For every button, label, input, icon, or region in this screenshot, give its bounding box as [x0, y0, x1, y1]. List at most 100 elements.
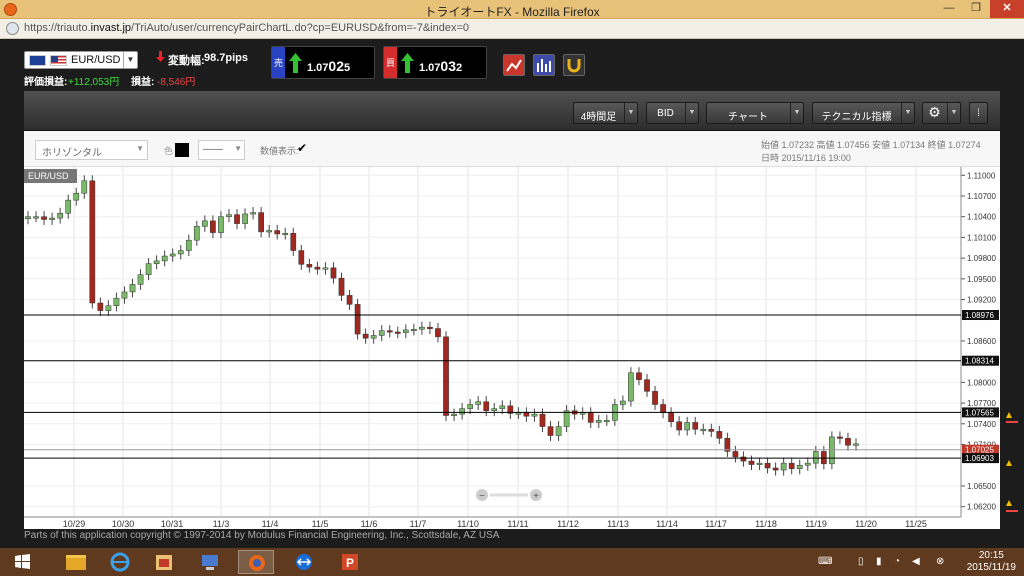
candle-body: [411, 328, 417, 331]
color-label: 色: [164, 146, 174, 156]
candle-body: [595, 420, 602, 423]
candle-body: [121, 291, 128, 299]
x-tick-label: 11/19: [805, 519, 827, 529]
powerpoint-icon[interactable]: P: [332, 550, 368, 574]
x-tick-label: 11/17: [705, 519, 727, 529]
candle-body: [306, 264, 313, 268]
candle-body: [764, 462, 771, 469]
currency-pair-select[interactable]: EUR/USD ▼: [24, 51, 138, 69]
notification-icon[interactable]: ⊗: [936, 556, 944, 567]
candle-body: [89, 180, 96, 304]
candle-body: [105, 305, 112, 311]
candle-body: [362, 333, 369, 339]
candle-body: [218, 216, 224, 233]
ohlc-readout: 始値 1.07232 高値 1.07456 安値 1.07134 終値 1.07…: [761, 140, 981, 150]
candle-body: [322, 267, 329, 270]
candle-body: [748, 460, 755, 465]
zoom-in-button-label: +: [533, 491, 539, 502]
buy-side-label: 買: [384, 47, 397, 78]
firefox-taskbar-icon[interactable]: [238, 550, 274, 574]
candle-body: [113, 297, 120, 307]
timeframe-select[interactable]: 4時間足 ▼: [573, 102, 638, 124]
candle-body: [49, 217, 55, 220]
panel-toggle-button[interactable]: ⁞: [969, 102, 988, 124]
keyboard-icon[interactable]: ⌨: [818, 556, 832, 567]
chevron-down-icon[interactable]: ▼: [123, 52, 137, 68]
candle-body: [603, 420, 610, 423]
candle-body: [185, 239, 192, 251]
sell-price-button[interactable]: 売 1.07025: [271, 46, 375, 79]
candle-body: [370, 335, 377, 339]
y-tick-label: 1.06500: [967, 482, 996, 491]
minimize-button[interactable]: —: [936, 0, 962, 18]
candle-body: [153, 260, 160, 264]
bar-chart-icon[interactable]: [533, 54, 555, 76]
drawing-toolbar: ホリゾンタル ▼ 色 —— ▼ 数値表示: ✔ 始値 1.07232 高値 1.…: [24, 131, 1000, 167]
color-swatch[interactable]: [175, 143, 189, 157]
candle-body: [33, 216, 39, 219]
candlestick-chart[interactable]: 10/29 10/30 10/31 11/3 11/4 11/5 11/6 11/7 11/10…: [24, 167, 1000, 529]
candle-body: [451, 413, 457, 416]
candle-body: [346, 295, 353, 305]
candle-body: [829, 436, 835, 465]
candle-body: [435, 328, 441, 338]
y-tick-label: 1.10700: [967, 192, 996, 201]
line-style-select[interactable]: —— ▼: [198, 140, 245, 160]
buy-price-button[interactable]: 買 1.07032: [383, 46, 487, 79]
candle-body: [780, 462, 787, 471]
url-text[interactable]: https://triauto.invast.jp/TriAuto/user/c…: [24, 22, 469, 34]
close-button[interactable]: ✕: [990, 0, 1024, 18]
candle-body: [226, 214, 232, 217]
sell-side-label: 売: [272, 47, 285, 78]
candle-body: [756, 462, 763, 465]
chart-svg[interactable]: 10/29 10/30 10/31 11/3 11/4 11/5 11/6 11/7 11/10…: [24, 167, 1000, 529]
wifi-icon[interactable]: ◔: [894, 556, 900, 567]
signal-icon[interactable]: ▮: [876, 556, 882, 567]
horseshoe-icon[interactable]: [563, 54, 585, 76]
candle-body: [812, 451, 819, 464]
maximize-button[interactable]: ❐: [962, 0, 990, 18]
chevron-down-icon: ▼: [624, 103, 637, 123]
network-icon[interactable]: [192, 550, 228, 574]
candle-body: [290, 233, 297, 251]
file-explorer-icon[interactable]: [58, 550, 94, 574]
settings-button[interactable]: ⚙ ▼: [922, 102, 961, 124]
zoom-control[interactable]: − +: [476, 489, 542, 502]
address-bar[interactable]: https://triauto.invast.jp/TriAuto/user/c…: [0, 19, 1024, 39]
volume-icon[interactable]: ◀: [912, 556, 920, 567]
candle-body: [65, 199, 72, 214]
datetime-readout: 日時 2015/11/16 19:00: [761, 153, 851, 163]
chart-type-select[interactable]: チャート ▼: [706, 102, 804, 124]
candle-body: [499, 405, 506, 409]
system-clock[interactable]: 20:15 2015/11/19: [967, 550, 1016, 574]
candle-body: [547, 426, 554, 436]
windows-start-button[interactable]: [4, 550, 40, 574]
store-icon[interactable]: [146, 550, 182, 574]
numeric-display-checkbox[interactable]: ✔: [297, 141, 307, 155]
candle-body: [684, 422, 691, 431]
candle-body: [523, 412, 530, 417]
candle-body: [258, 212, 264, 233]
candle-body: [644, 379, 650, 392]
buy-price: 1.07032: [419, 58, 463, 74]
candle-body: [97, 302, 104, 311]
y-tick-label: 1.06200: [967, 503, 996, 512]
numeric-display-label: 数値表示:: [260, 146, 299, 156]
battery-icon[interactable]: ▯: [858, 556, 864, 567]
technical-indicator-select[interactable]: テクニカル指標 ▼: [812, 102, 915, 124]
candle-body: [419, 326, 425, 330]
candle-body: [628, 372, 634, 402]
change-value: 98.7pips: [204, 52, 249, 64]
candle-body: [169, 253, 176, 257]
candle-body: [467, 404, 473, 409]
x-tick-label: 11/18: [755, 519, 777, 529]
internet-explorer-icon[interactable]: [102, 550, 138, 574]
pair-label: EUR/USD: [71, 54, 121, 66]
drawing-tool-select[interactable]: ホリゾンタル ▼: [35, 140, 148, 160]
candle-body: [660, 404, 666, 414]
line-chart-icon[interactable]: [503, 54, 525, 76]
teamviewer-icon[interactable]: [286, 550, 322, 574]
price-tag-label: 1.08976: [965, 311, 994, 320]
price-type-select[interactable]: BID ▼: [646, 102, 699, 124]
title-bar: トライオートFX - Mozilla Firefox — ❐ ✕: [0, 0, 1024, 19]
